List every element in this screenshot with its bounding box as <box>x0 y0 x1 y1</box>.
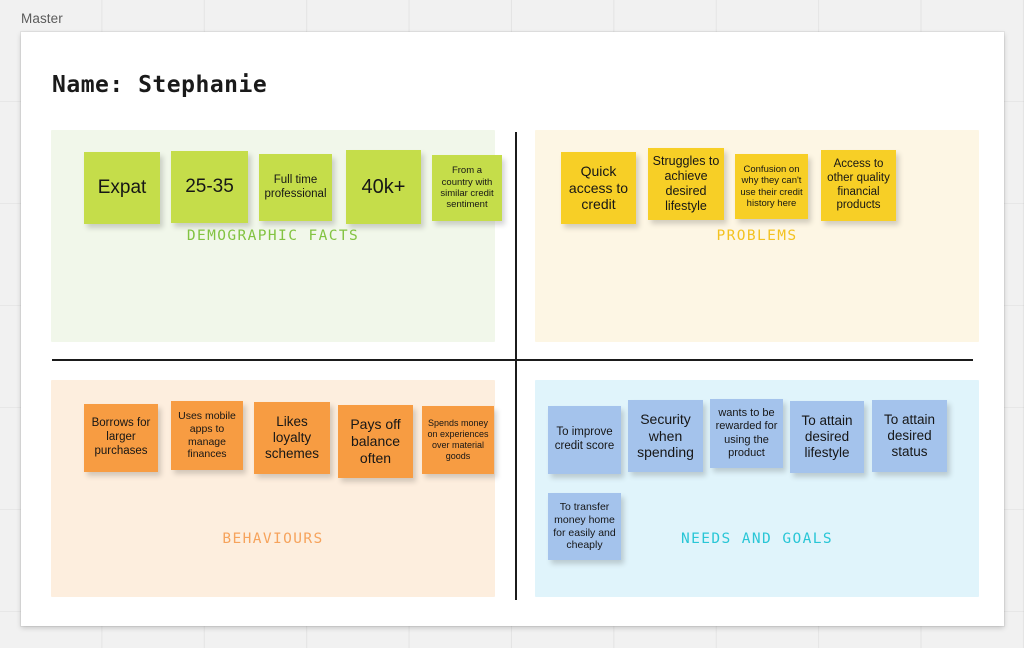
sticky-note-text: To attain desired lifestyle <box>801 412 853 461</box>
sticky-note[interactable]: Security when spending <box>628 400 703 472</box>
sticky-note-text: Access to other quality financial produc… <box>827 157 890 212</box>
page-title: Name: Stephanie <box>52 72 268 98</box>
sticky-note-text: 40k+ <box>361 176 406 198</box>
sticky-note-text: Borrows for larger purchases <box>91 417 151 457</box>
sticky-note-text: Quick access to credit <box>568 162 629 213</box>
sticky-note[interactable]: Likes loyalty schemes <box>254 402 330 474</box>
sticky-note[interactable]: Expat <box>84 152 160 224</box>
sticky-note-text: Uses mobile apps to manage finances <box>178 410 236 461</box>
sticky-note-text: Full time professional <box>264 173 327 200</box>
sticky-note-text: To attain desired status <box>883 411 936 460</box>
sticky-note-text: wants to be rewarded for using the produ… <box>715 407 778 459</box>
sticky-note[interactable]: Uses mobile apps to manage finances <box>171 401 243 470</box>
sticky-note-text: From a country with similar credit senti… <box>440 165 494 211</box>
sticky-note[interactable]: From a country with similar credit senti… <box>432 155 502 221</box>
sticky-note[interactable]: 25-35 <box>171 151 248 223</box>
sticky-note[interactable]: Quick access to credit <box>561 152 636 224</box>
sticky-note[interactable]: To attain desired status <box>872 400 947 472</box>
sticky-note[interactable]: Spends money on experiences over materia… <box>422 406 494 474</box>
sticky-note[interactable]: Full time professional <box>259 154 332 221</box>
sticky-note-text: Security when spending <box>637 410 694 461</box>
quadrant-divider-vertical <box>515 132 517 600</box>
sticky-note[interactable]: Confusion on why they can't use their cr… <box>735 154 808 219</box>
quadrant-divider-horizontal <box>52 359 973 361</box>
quadrant-label-needs: NEEDS AND GOALS <box>681 531 833 547</box>
sticky-note[interactable]: wants to be rewarded for using the produ… <box>710 399 783 468</box>
sticky-note[interactable]: Access to other quality financial produc… <box>821 150 896 221</box>
sticky-note-text: 25-35 <box>185 175 234 197</box>
quadrant-behaviours: Borrows for larger purchases Uses mobile … <box>51 380 495 597</box>
master-slide-label: Master <box>21 11 63 26</box>
sticky-note[interactable]: Pays off balance often <box>338 405 413 478</box>
sticky-note[interactable]: To attain desired lifestyle <box>790 401 864 473</box>
sticky-note[interactable]: Borrows for larger purchases <box>84 404 158 472</box>
sticky-note-text: Likes loyalty schemes <box>264 413 320 462</box>
sticky-note-text: Pays off balance often <box>350 416 401 466</box>
sticky-note-text: Expat <box>97 176 147 198</box>
sticky-note[interactable]: To transfer money home for easily and ch… <box>548 493 621 560</box>
quadrant-needs: To improve credit score Security when spe… <box>535 380 979 597</box>
sticky-note-text: To improve credit score <box>554 426 615 452</box>
quadrant-label-demographics: DEMOGRAPHIC FACTS <box>186 228 360 244</box>
sticky-note-text: Spends money on experiences over materia… <box>427 418 489 461</box>
note-group-behaviours: Borrows for larger purchases Uses mobile … <box>51 380 495 597</box>
quadrant-label-problems: PROBLEMS <box>716 228 798 244</box>
sticky-note[interactable]: 40k+ <box>346 150 421 224</box>
slide-canvas[interactable]: Name: Stephanie Expat 25-35 Full time prof… <box>21 32 1004 626</box>
sticky-note[interactable]: Struggles to achieve desired lifestyle <box>648 148 724 220</box>
quadrant-demographics: Expat 25-35 Full time professional 40k+ From… <box>51 130 502 342</box>
note-group-needs: To improve credit score Security when spe… <box>535 380 979 597</box>
sticky-note[interactable]: To improve credit score <box>548 406 621 474</box>
sticky-note-text: Confusion on why they can't use their cr… <box>740 163 803 209</box>
quadrant-label-behaviours: BEHAVIOURS <box>222 531 324 547</box>
quadrant-problems: Quick access to credit Struggles to achie… <box>535 130 979 342</box>
sticky-note-text: Struggles to achieve desired lifestyle <box>652 154 720 213</box>
